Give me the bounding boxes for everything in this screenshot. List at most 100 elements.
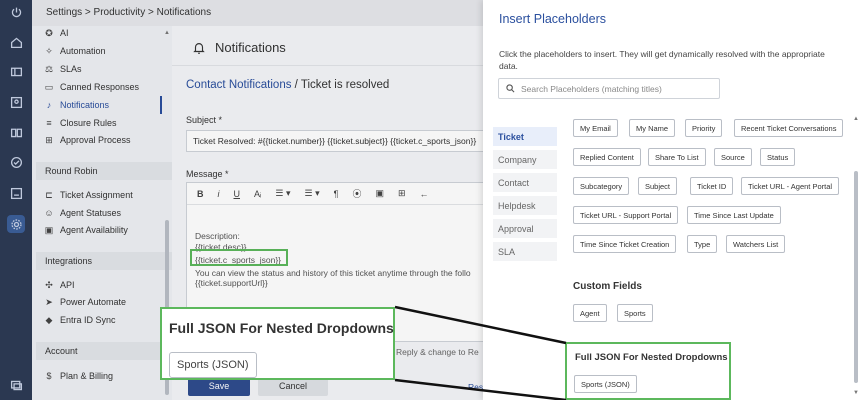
top-bar: Settings > Productivity > Notifications <box>32 0 492 26</box>
chip-replied-content[interactable]: Replied Content <box>573 148 641 166</box>
scroll-up-icon[interactable]: ▲ <box>164 30 170 36</box>
paragraph-button[interactable]: ¶ <box>334 189 339 199</box>
chip-priority[interactable]: Priority <box>685 119 723 137</box>
closure-icon: ≡ <box>46 118 52 128</box>
reply-change-text: Reply & change to Re <box>396 347 479 357</box>
nested-dropdowns-section: Full JSON For Nested Dropdowns Sports (J… <box>565 342 731 400</box>
sidebar-item-closure-rules[interactable]: ≡ Closure Rules <box>44 116 116 130</box>
chip-status[interactable]: Status <box>760 148 796 166</box>
sidebar-item-ai[interactable]: ✪ AI <box>44 26 68 40</box>
chip-my-name[interactable]: My Name <box>629 119 676 137</box>
chip-subject[interactable]: Subject <box>638 177 678 195</box>
sidebar-item-plan-billing[interactable]: $ Plan & Billing <box>44 369 113 383</box>
chip-sports[interactable]: Sports <box>617 304 653 322</box>
contact-notifications-link[interactable]: Contact Notifications <box>186 79 291 91</box>
scroll-down-icon[interactable]: ▼ <box>853 390 859 396</box>
home-icon[interactable] <box>7 33 25 51</box>
drawer-title: Insert Placeholders <box>499 12 607 26</box>
body-line: You can view the status and history of t… <box>195 267 471 278</box>
breadcrumb: Settings > Productivity > Notifications <box>46 7 212 18</box>
body-line: Description: <box>195 231 240 241</box>
image-icon[interactable]: ▣ <box>375 188 384 199</box>
sidebar-item-api[interactable]: ✣ API <box>44 278 74 292</box>
sidebar-item-agent-availability[interactable]: ▣ Agent Availability <box>44 223 128 237</box>
bold-button[interactable]: B <box>197 189 204 199</box>
chip-ticket-url-support-portal[interactable]: Ticket URL - Support Portal <box>573 206 679 224</box>
nested-dropdowns-title: Full JSON For Nested Dropdowns <box>575 352 728 363</box>
agent-status-icon: ☺ <box>44 208 54 218</box>
undo-icon[interactable]: ← <box>420 189 429 199</box>
drawer-scroll-thumb[interactable] <box>854 171 858 383</box>
chip-agent[interactable]: Agent <box>573 304 607 322</box>
sidebar-item-agent-statuses[interactable]: ☺ Agent Statuses <box>44 206 121 220</box>
underline-button[interactable]: U <box>234 189 241 199</box>
bell-icon: ♪ <box>46 100 52 110</box>
sidebar-item-approval-process[interactable]: ⊞ Approval Process <box>44 133 130 147</box>
sidebar-item-power-automate[interactable]: ➤ Power Automate <box>44 295 126 309</box>
tab-contact[interactable]: Contact <box>493 173 557 192</box>
table-icon[interactable]: ⊞ <box>398 188 406 199</box>
tab-company[interactable]: Company <box>493 150 557 169</box>
sidebar-item-ticket-assignment[interactable]: ⊏ Ticket Assignment <box>44 188 132 202</box>
sidebar-item-automation[interactable]: ✧ Automation <box>44 44 105 58</box>
tab-ticket[interactable]: Ticket <box>493 127 557 146</box>
chip-ticket-id[interactable]: Ticket ID <box>690 177 734 195</box>
power-icon[interactable] <box>7 3 25 21</box>
chip-type[interactable]: Type <box>687 235 718 253</box>
tab-approval[interactable]: Approval <box>493 219 557 238</box>
chip-recent-ticket-conversations[interactable]: Recent Ticket Conversations <box>734 119 844 137</box>
section-account: Account <box>36 342 172 360</box>
tab-sla[interactable]: SLA <box>493 242 557 261</box>
active-indicator <box>160 96 162 114</box>
placeholder-tabs: Ticket Company Contact Helpdesk Approval… <box>493 127 557 265</box>
bullet-list-button[interactable]: ☰ ▾ <box>305 188 320 199</box>
chat-icon[interactable] <box>7 376 25 394</box>
settings-sidebar: ✪ AI ✧ Automation ⚖ SLAs ▭ Canned Responses … <box>32 26 172 400</box>
sidebar-item-slas[interactable]: ⚖ SLAs <box>44 62 82 76</box>
scroll-up-icon[interactable]: ▲ <box>853 116 859 122</box>
insert-placeholders-drawer: Insert Placeholders Click the placeholde… <box>483 0 863 400</box>
section-round-robin: Round Robin <box>36 162 172 180</box>
chip-subcategory[interactable]: Subcategory <box>573 177 630 195</box>
sidebar-item-canned-responses[interactable]: ▭ Canned Responses <box>44 80 139 94</box>
tab-helpdesk[interactable]: Helpdesk <box>493 196 557 215</box>
drawer-scrollbar[interactable]: ▲ ▼ <box>853 116 859 400</box>
drawer-description: Click the placeholders to insert. They w… <box>499 49 825 71</box>
left-rail <box>0 0 32 400</box>
settings-icon[interactable] <box>7 215 25 233</box>
search-box[interactable] <box>498 78 720 99</box>
power-automate-icon: ➤ <box>45 296 53 307</box>
ai-icon: ✪ <box>45 27 53 38</box>
chip-time-since-last-update[interactable]: Time Since Last Update <box>687 206 781 224</box>
sidebar-item-entra-id-sync[interactable]: ◆ Entra ID Sync <box>44 313 116 327</box>
link-icon[interactable]: ⦿ <box>352 187 361 200</box>
automation-icon: ✧ <box>45 45 53 56</box>
reports-icon[interactable] <box>7 184 25 202</box>
api-icon: ✣ <box>45 279 53 290</box>
section-integrations: Integrations <box>36 252 172 270</box>
search-input[interactable] <box>521 83 711 94</box>
chip-time-since-ticket-creation[interactable]: Time Since Ticket Creation <box>573 235 677 253</box>
sidebar-item-notifications[interactable]: ♪ Notifications <box>44 98 109 112</box>
search-icon <box>506 84 515 93</box>
subject-label: Subject * <box>186 115 223 125</box>
ordered-list-button[interactable]: ☰ ▾ <box>275 188 290 199</box>
billing-icon: $ <box>46 371 52 381</box>
approval-icon: ⊞ <box>45 134 53 145</box>
knowledge-icon[interactable] <box>7 123 25 141</box>
chip-ticket-url-agent-portal[interactable]: Ticket URL - Agent Portal <box>741 177 840 195</box>
check-icon[interactable] <box>7 153 25 171</box>
font-size-button[interactable]: Aᵢ <box>254 189 261 199</box>
assign-icon: ⊏ <box>45 189 53 200</box>
chip-source[interactable]: Source <box>714 148 752 166</box>
chip-my-email[interactable]: My Email <box>573 119 618 137</box>
subject-input[interactable]: Ticket Resolved: #{{ticket.number}} {{ti… <box>186 130 506 152</box>
italic-button[interactable]: i <box>218 189 220 199</box>
contact-icon[interactable] <box>7 93 25 111</box>
chip-watchers-list[interactable]: Watchers List <box>726 235 786 253</box>
chip-share-to-list[interactable]: Share To List <box>648 148 706 166</box>
chip-sports-json[interactable]: Sports (JSON) <box>574 375 637 393</box>
highlight-box <box>190 249 288 266</box>
zoom-chip-sports-json[interactable]: Sports (JSON) <box>169 352 257 378</box>
ticket-icon[interactable] <box>7 62 25 80</box>
